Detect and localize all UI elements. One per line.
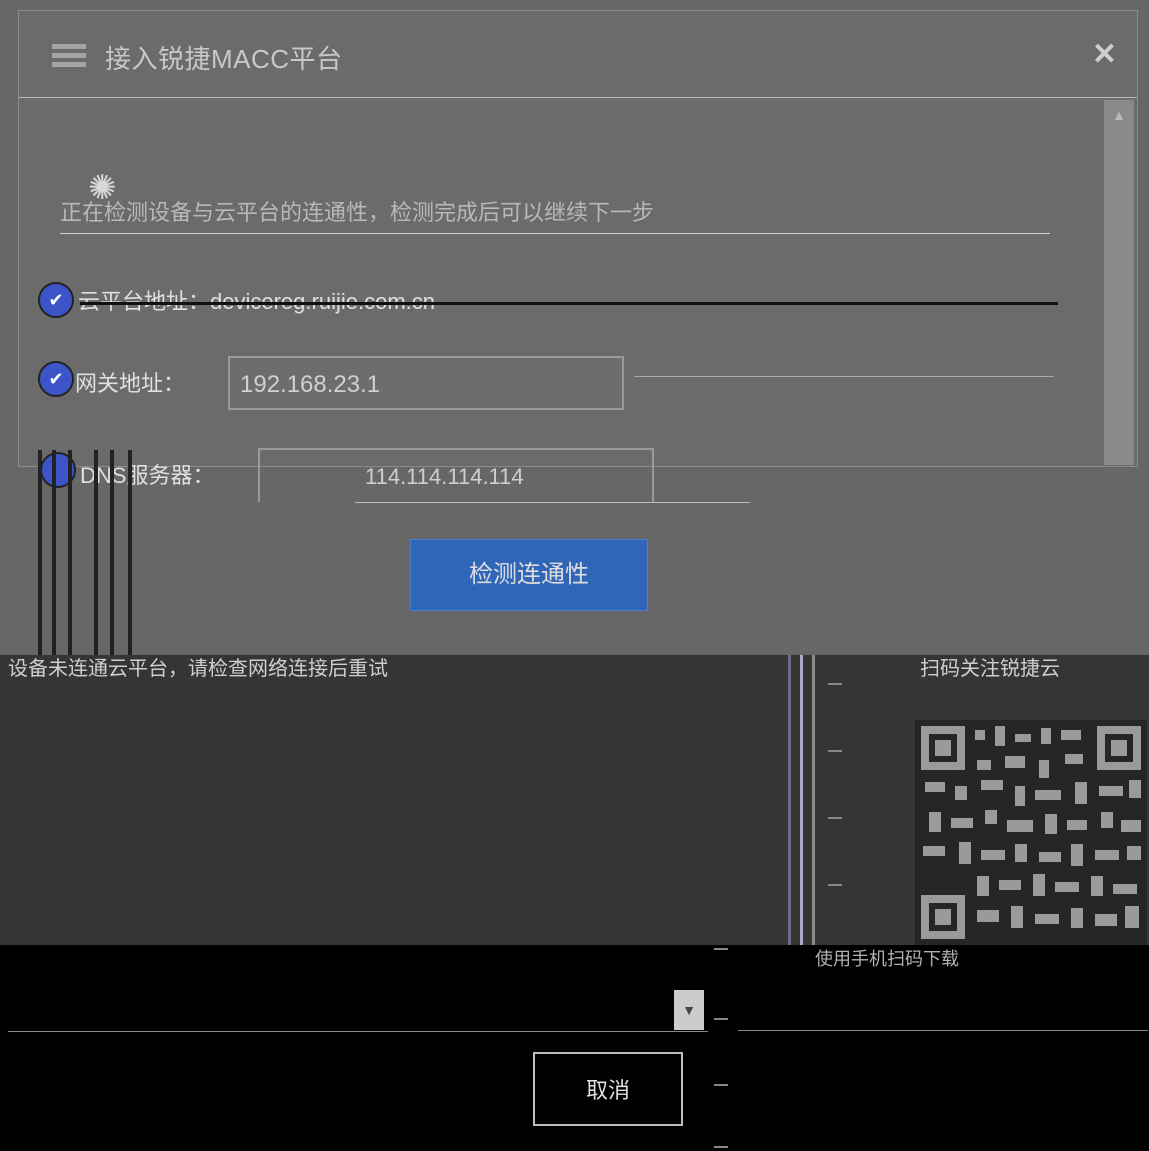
scroll-up-arrow-icon[interactable]: ▲ (1104, 100, 1134, 130)
qr-code (915, 720, 1147, 945)
tick-mark (828, 683, 842, 685)
tick-mark (714, 1146, 728, 1148)
chevron-down-icon[interactable]: ▼ (674, 990, 704, 1030)
cancel-button[interactable]: 取消 (533, 1052, 683, 1126)
qr-code-graphic (915, 720, 1147, 945)
close-icon[interactable]: ✕ (1092, 37, 1117, 72)
check-icon: ✔ (38, 361, 74, 397)
tick-mark (714, 1018, 728, 1020)
scrollbar[interactable] (1104, 100, 1134, 465)
divider (355, 502, 750, 503)
tick-mark (828, 884, 842, 886)
menu-icon (52, 44, 86, 70)
dialog-header: 接入锐捷MACC平台 ✕ (19, 11, 1137, 98)
tick-mark (828, 750, 842, 752)
footer-notice: 设备未连通云平台，请检查网络连接后重试 (8, 658, 388, 680)
divider (80, 302, 1058, 305)
divider (800, 655, 803, 945)
divider (788, 655, 791, 945)
select-dropdown[interactable] (8, 975, 708, 1032)
tick-mark (714, 1084, 728, 1086)
gateway-label: 网关地址： (75, 371, 186, 396)
qr-title: 扫码关注锐捷云 (920, 658, 1060, 680)
left-decoration-bars (38, 450, 133, 655)
check-connectivity-button[interactable]: 检测连通性 (410, 539, 648, 611)
divider (634, 376, 1054, 377)
qr-caption: 使用手机扫码下载 (815, 949, 959, 969)
dns-value[interactable]: 114.114.114.114 (365, 464, 524, 490)
divider (812, 655, 815, 945)
divider (738, 1030, 1148, 1031)
tick-mark (714, 948, 728, 950)
dialog-title: 接入锐捷MACC平台 (105, 44, 343, 74)
tick-mark (828, 817, 842, 819)
check-icon: ✔ (38, 282, 74, 318)
gateway-input[interactable]: 192.168.23.1 (228, 356, 624, 410)
cloud-address-label: 云平台地址：devicereg.ruijie.com.cn (78, 284, 435, 316)
connectivity-notice: 正在检测设备与云平台的连通性，检测完成后可以继续下一步 (60, 195, 1050, 234)
